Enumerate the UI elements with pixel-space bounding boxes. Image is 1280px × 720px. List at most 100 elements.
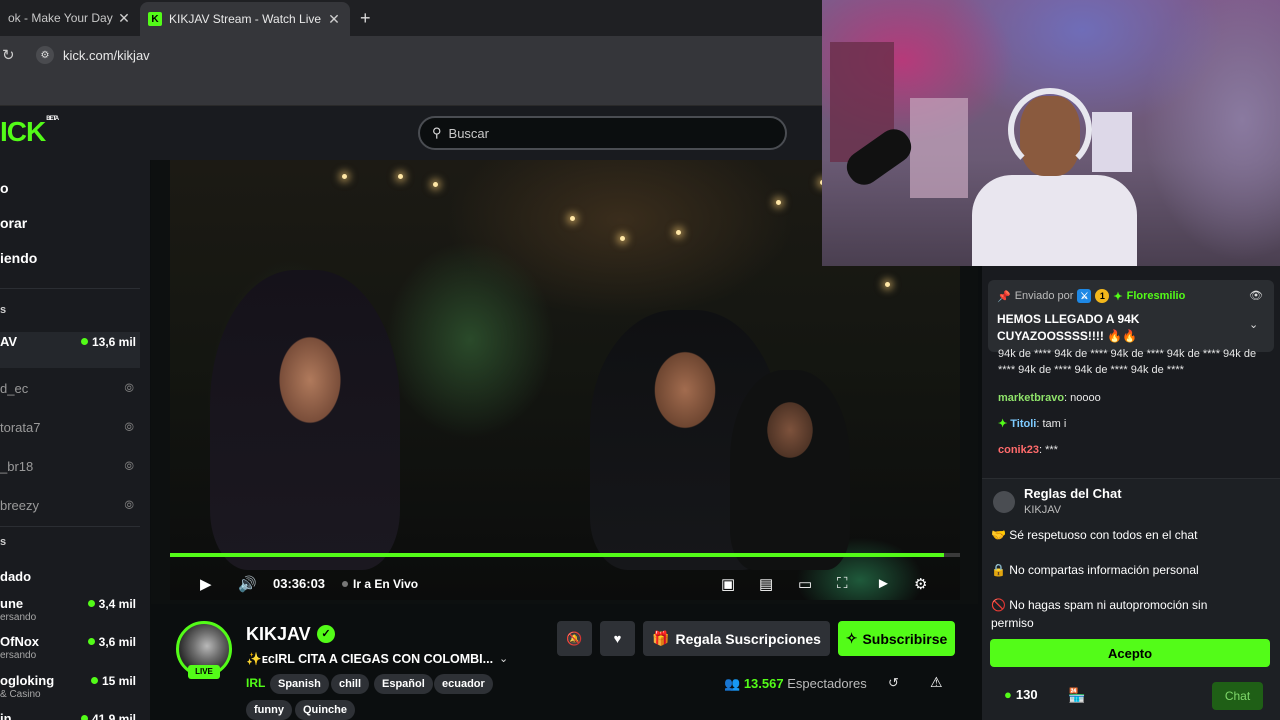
chat-message: conik23: ***	[998, 444, 1058, 456]
share-icon[interactable]: ↺	[888, 675, 899, 691]
close-icon[interactable]: ✕	[114, 10, 134, 27]
screen: ok - Make Your Day ✕ K KIKJAV Stream - W…	[0, 0, 1280, 720]
search-placeholder: Buscar	[448, 125, 489, 141]
stream-tag[interactable]: chill	[331, 674, 370, 694]
door-shape	[910, 98, 968, 198]
follow-heart-icon[interactable]: ♥	[600, 621, 635, 656]
chat-message-spam: 94k de **** 94k de **** 94k de **** 94k …	[998, 348, 1257, 376]
offline-icon: ⦾	[124, 498, 134, 512]
sparkle-badge-icon: ✦	[998, 418, 1011, 430]
site-info-icon[interactable]: ⚙	[36, 46, 54, 64]
viewers-label: Espectadores	[787, 676, 867, 691]
channel-category: ersando	[0, 612, 37, 623]
browser-tab-active[interactable]: K KIKJAV Stream - Watch Live on ✕	[140, 2, 350, 36]
play-icon[interactable]: ▶	[200, 575, 212, 593]
viewer-count: 15 mil	[91, 674, 136, 688]
channel-name: d_ec	[0, 381, 29, 396]
pinned-header: 📌 Enviado por ⚔ 1 ✦ Floresmilio	[997, 289, 1185, 303]
viewer-count: 41,9 mil	[81, 712, 136, 720]
section-following: s	[0, 304, 7, 316]
stream-category[interactable]: IRL	[246, 676, 265, 690]
channel-category: ersando	[0, 650, 37, 661]
streamer-webcam	[822, 0, 1280, 266]
avatar	[993, 491, 1015, 513]
report-warning-icon[interactable]: ⚠	[930, 674, 943, 691]
theater-mode-icon[interactable]: ▭	[798, 575, 812, 593]
browser-tab-other[interactable]: ok - Make Your Day ✕	[0, 0, 140, 36]
notifications-off-icon[interactable]: 🔕	[557, 621, 592, 656]
channel-points[interactable]: ● 130	[1004, 687, 1038, 702]
video-progress-bar[interactable]	[170, 553, 960, 557]
chat-text: tam i	[1042, 418, 1067, 430]
kick-logo[interactable]: ICKBETA	[0, 116, 59, 148]
channel-name: _br18	[0, 459, 34, 474]
viewer-count: 3,6 mil	[88, 635, 136, 649]
sidebar-channel[interactable]: OfNox ersando 3,6 mil	[0, 632, 140, 668]
reload-icon[interactable]: ↻	[2, 46, 15, 64]
stream-tag[interactable]: Quinche	[295, 700, 356, 720]
search-icon: ⚲	[432, 125, 442, 140]
string-light	[885, 282, 890, 287]
sidebar-channel[interactable]: in 41,9 mil	[0, 709, 140, 720]
string-light	[776, 200, 781, 205]
viewers-icon: 👥	[724, 676, 741, 691]
clip-icon[interactable]: ▤	[759, 575, 773, 593]
channel-category: & Casino	[0, 689, 41, 700]
url-field[interactable]: kick.com/kikjav	[63, 48, 150, 63]
chat-username[interactable]: conik23	[998, 444, 1039, 456]
sidebar-channel[interactable]: _br18 ⦾	[0, 457, 140, 493]
offline-icon: ⦾	[124, 459, 134, 473]
subscribe-button[interactable]: ✧ Subscribirse	[838, 621, 955, 656]
settings-gear-icon[interactable]: ⚙	[914, 575, 927, 593]
chat-username[interactable]: marketbravo	[998, 392, 1064, 404]
sidebar-channel[interactable]: une ersando 3,4 mil	[0, 594, 140, 630]
channel-name: AV	[0, 334, 18, 349]
stream-tag[interactable]: Spanish	[270, 674, 329, 694]
accept-rules-button[interactable]: Acepto	[990, 639, 1270, 667]
channel-name[interactable]: KIKJAV	[246, 624, 311, 645]
stream-tag[interactable]: ecuador	[434, 674, 493, 694]
sparkle-badge-icon: ✦	[1113, 290, 1123, 303]
sidebar-channel[interactable]: torata7 ⦾	[0, 418, 140, 454]
sidebar-channel[interactable]: d_ec ⦾	[0, 379, 140, 415]
pinned-text: HEMOS LLEGADO A 94K CUYAZOOSSSS!!!! 🔥🔥	[997, 312, 1140, 343]
new-tab-button[interactable]: +	[360, 8, 371, 29]
pinned-username[interactable]: Floresmilio	[1127, 290, 1186, 302]
store-icon[interactable]: 🏪	[1068, 687, 1085, 704]
chevron-down-icon[interactable]: ⌄	[499, 652, 508, 665]
sidebar-nav-following[interactable]: iendo	[0, 250, 37, 266]
stream-tag[interactable]: Español	[374, 674, 433, 694]
hide-pin-icon[interactable]: 👁	[1249, 289, 1263, 302]
quality-icon[interactable]: ►	[876, 575, 891, 592]
search-input[interactable]: ⚲ Buscar	[418, 116, 787, 150]
channel-name: in	[0, 711, 12, 720]
channel-name: breezy	[0, 498, 40, 513]
chat-username[interactable]: Titoli	[1010, 418, 1036, 430]
chat-rule: 🔒 No compartas información personal	[991, 563, 1199, 577]
string-light	[620, 236, 625, 241]
fullscreen-icon[interactable]: ⛶	[837, 575, 848, 592]
volume-icon[interactable]: 🔊	[238, 575, 257, 593]
chat-send-button[interactable]: Chat	[1212, 682, 1263, 710]
close-icon[interactable]: ✕	[324, 11, 344, 28]
gift-subs-button[interactable]: 🎁 Regala Suscripciones	[643, 621, 830, 656]
logo-text: ICK	[0, 116, 46, 147]
sidebar-nav-explore[interactable]: orar	[0, 215, 27, 231]
section-label: s	[0, 536, 7, 548]
chevron-down-icon[interactable]: ⌄	[1249, 318, 1258, 331]
sidebar-channel[interactable]: AV 13,6 mil	[0, 332, 140, 368]
sub-badge: 1	[1095, 289, 1110, 303]
sidebar-nav-home[interactable]: o	[0, 180, 9, 196]
channel-name: ogloking	[0, 673, 55, 688]
viewer-count: 13.567	[743, 676, 784, 691]
headphones-shape	[1008, 88, 1092, 172]
miniplayer-icon[interactable]: ▣	[721, 575, 735, 593]
stream-tag[interactable]: funny	[246, 700, 292, 720]
tab-title: ok - Make Your Day	[8, 11, 113, 25]
go-live-button[interactable]: Ir a En Vivo	[342, 577, 418, 591]
chat-rule: 🤝 Sé respetuoso con todos en el chat	[991, 528, 1198, 542]
sidebar-channel[interactable]: ogloking & Casino 15 mil	[0, 671, 140, 707]
logo-beta: BETA	[46, 116, 59, 122]
playback-time: 03:36:03	[273, 576, 326, 591]
pinned-sent-by: Enviado por	[1014, 290, 1074, 302]
